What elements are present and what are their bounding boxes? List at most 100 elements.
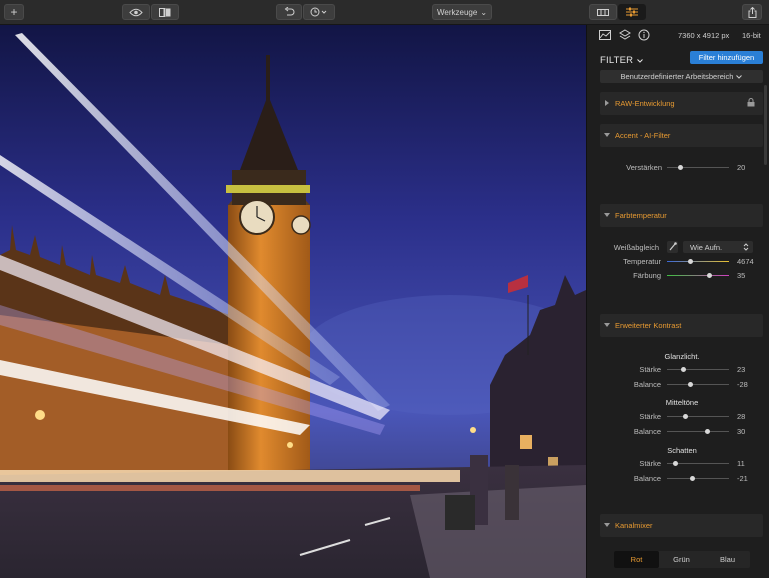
section-kanalmixer[interactable]: Kanalmixer (600, 514, 763, 537)
compare-icon (159, 7, 171, 17)
image-dimensions: 7360 x 4912 px (678, 31, 730, 40)
history-icon (310, 7, 327, 17)
schatten-heading: Schatten (667, 446, 697, 455)
tint-label: Färbung (633, 271, 661, 280)
slider-schatten-balance[interactable] (667, 478, 729, 479)
glanz-heading: Glanzlicht. (664, 352, 700, 361)
schatten-balance-value: -21 (737, 474, 748, 483)
workspace-select[interactable]: Benutzerdefinierter Arbeitsbereich (600, 70, 763, 83)
wb-value: Wie Aufn. (690, 243, 723, 252)
schatten-staerke-value: 11 (737, 459, 745, 468)
workspace-label: Benutzerdefinierter Arbeitsbereich (620, 72, 734, 81)
section-farb-label: Farbtemperatur (615, 211, 667, 220)
slider-knob[interactable] (688, 382, 693, 387)
undo-icon (284, 7, 294, 16)
slider-mittel-staerke[interactable] (667, 416, 729, 417)
lock-icon[interactable] (747, 98, 755, 107)
chevron-down-icon (736, 74, 743, 79)
tools-label: Werkzeuge (436, 7, 478, 17)
grid-view-button[interactable] (589, 4, 617, 20)
photo-image (0, 25, 586, 578)
schatten-balance-label: Balance (633, 474, 661, 483)
section-raw-label: RAW-Entwicklung (615, 99, 675, 108)
slider-knob[interactable] (678, 165, 683, 170)
temp-label: Temperatur (623, 257, 661, 266)
section-erweiterter-kontrast[interactable]: Erweiterter Kontrast (600, 314, 763, 337)
info-icon[interactable] (638, 29, 650, 41)
tab-rot[interactable]: Rot (614, 551, 659, 568)
mittel-balance-label: Balance (633, 427, 661, 436)
section-raw-entwicklung[interactable]: RAW-Entwicklung (600, 92, 763, 115)
panel-scrollbar[interactable] (764, 85, 767, 165)
slider-glanz-staerke[interactable] (667, 369, 729, 370)
layers-icon[interactable] (619, 29, 631, 41)
grid-icon (597, 8, 609, 16)
section-kontrast-label: Erweiterter Kontrast (615, 321, 682, 330)
filter-panel: 7360 x 4912 px 16-bit FILTER Filter hinz… (586, 25, 769, 578)
mittel-staerke-label: Stärke (639, 412, 661, 421)
chevron-down-icon (637, 59, 643, 63)
wb-label: Weißabgleich (613, 243, 659, 252)
preview-button[interactable] (122, 4, 150, 20)
expand-arrow-icon (605, 100, 609, 106)
chevron-updown-icon (743, 243, 749, 251)
eye-icon (129, 8, 143, 16)
glanz-staerke-value: 23 (737, 365, 746, 374)
top-toolbar: + Werkzeuge ⌄ (0, 0, 769, 25)
slider-verstaerken[interactable] (667, 167, 729, 168)
slider-knob[interactable] (673, 461, 678, 466)
slider-knob[interactable] (705, 429, 710, 434)
section-kanal-label: Kanalmixer (615, 521, 653, 530)
photo-canvas[interactable] (0, 25, 586, 578)
eyedropper-icon (669, 242, 677, 251)
tab-gruen[interactable]: Grün (659, 551, 704, 568)
mittel-heading: Mitteltöne (665, 398, 699, 407)
slider-temperatur[interactable] (667, 261, 729, 262)
mittel-balance-value: 30 (737, 427, 746, 436)
eyedropper-button[interactable] (667, 241, 678, 253)
chevron-down-icon: ⌄ (480, 7, 488, 17)
section-farbtemperatur[interactable]: Farbtemperatur (600, 204, 763, 227)
collapse-arrow-icon (604, 323, 610, 327)
compare-button[interactable] (151, 4, 179, 20)
add-filter-button[interactable]: Filter hinzufügen (690, 51, 763, 64)
glanz-balance-value: -28 (737, 380, 748, 389)
wb-select[interactable]: Wie Aufn. (683, 241, 753, 253)
collapse-arrow-icon (604, 213, 610, 217)
slider-knob[interactable] (707, 273, 712, 278)
plus-icon: + (10, 5, 18, 19)
share-button[interactable] (742, 4, 762, 20)
slider-knob[interactable] (681, 367, 686, 372)
adjust-panel-button[interactable] (618, 4, 646, 20)
filter-title[interactable]: FILTER (600, 55, 643, 66)
bit-depth: 16-bit (742, 31, 761, 40)
slider-mittel-balance[interactable] (667, 431, 729, 432)
section-accent-ai[interactable]: Accent - AI-Filter (600, 124, 763, 147)
tab-blau[interactable]: Blau (705, 551, 750, 568)
history-button[interactable] (303, 4, 335, 20)
slider-knob[interactable] (688, 259, 693, 264)
slider-knob[interactable] (683, 414, 688, 419)
add-button[interactable]: + (4, 4, 24, 20)
share-icon (748, 6, 756, 18)
slider-faerbung[interactable] (667, 275, 729, 276)
collapse-arrow-icon (604, 133, 610, 137)
schatten-staerke-label: Stärke (639, 459, 661, 468)
info-bar: 7360 x 4912 px 16-bit (587, 25, 769, 45)
collapse-arrow-icon (604, 523, 610, 527)
tint-value: 35 (737, 271, 746, 280)
slider-glanz-balance[interactable] (667, 384, 729, 385)
glanz-balance-label: Balance (633, 380, 661, 389)
histogram-icon[interactable] (599, 29, 611, 41)
slider-knob[interactable] (690, 476, 695, 481)
glanz-staerke-label: Stärke (639, 365, 661, 374)
slider-value: 20 (737, 163, 746, 172)
undo-button[interactable] (276, 4, 302, 20)
section-accent-label: Accent - AI-Filter (615, 131, 671, 140)
sliders-icon (626, 7, 638, 17)
temp-value: 4674 (737, 257, 754, 266)
mittel-staerke-value: 28 (737, 412, 746, 421)
slider-label-verstaerken: Verstärken (626, 163, 662, 172)
channel-tabs: Rot Grün Blau (614, 551, 750, 568)
tools-menu[interactable]: Werkzeuge ⌄ (432, 4, 492, 20)
